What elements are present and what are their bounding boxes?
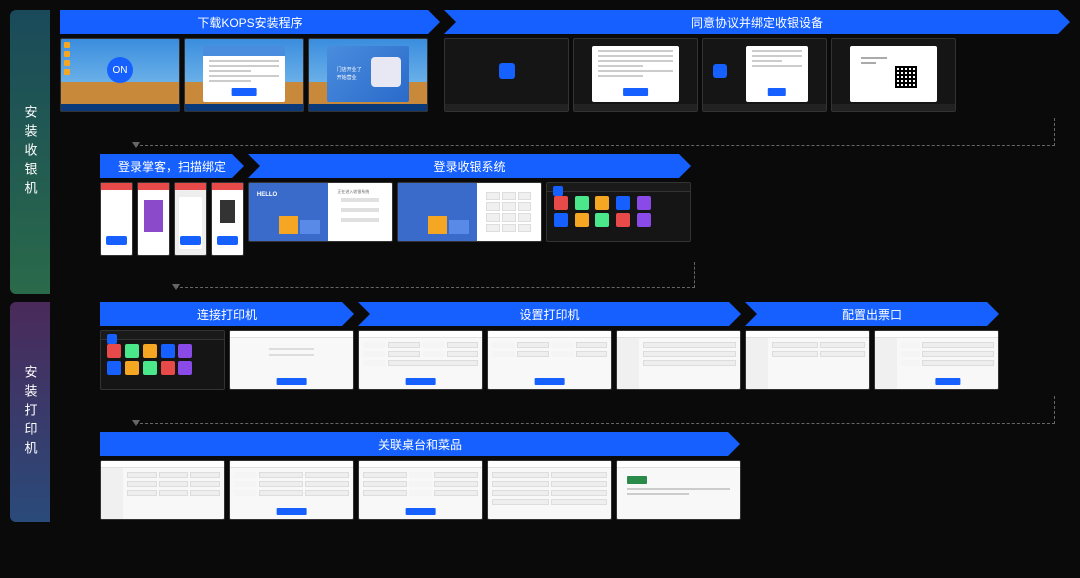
step-header: 下载KOPS安装程序 xyxy=(60,10,440,34)
thumb-table-3 xyxy=(358,460,483,520)
section-install-printer: 安装打印机 连接打印机 设置打印机 xyxy=(10,302,1070,522)
step-row: 关联桌台和菜品 xyxy=(60,432,1070,522)
step-header: 登录掌客，扫描绑定 xyxy=(100,154,244,178)
qr-scan-icon xyxy=(144,200,163,232)
loading-icon xyxy=(499,63,515,79)
pos-logo-icon xyxy=(553,186,563,196)
step-login-zhangke: 登录掌客，扫描绑定 xyxy=(100,154,244,258)
app-logo-icon: ON xyxy=(107,57,133,83)
step-header: 连接打印机 xyxy=(100,302,354,326)
pos-logo-icon xyxy=(107,334,117,344)
step-row: 下载KOPS安装程序 ON xyxy=(60,10,1070,114)
step-header: 同意协议并绑定收银设备 xyxy=(444,10,1070,34)
flow-connector xyxy=(60,396,1070,428)
step-agree-bind: 同意协议并绑定收银设备 xyxy=(444,10,1070,114)
flow-connector xyxy=(60,262,1070,294)
step-header: 设置打印机 xyxy=(358,302,741,326)
step-header: 配置出票口 xyxy=(745,302,999,326)
thumb-printer-connect xyxy=(229,330,354,390)
section-label-printer: 安装打印机 xyxy=(10,302,50,522)
step-config-ticket: 配置出票口 xyxy=(745,302,999,392)
thumb-pos-home-2 xyxy=(100,330,225,390)
thumb-ticket-2 xyxy=(874,330,999,390)
thumb-table-2 xyxy=(229,460,354,520)
step-header: 关联桌台和菜品 xyxy=(100,432,740,456)
device-icon xyxy=(220,200,236,223)
step-download-kops: 下载KOPS安装程序 ON xyxy=(60,10,440,114)
thumb-printer-set-2 xyxy=(487,330,612,390)
thumb-login-keypad xyxy=(397,182,542,242)
tag-icon xyxy=(627,476,647,484)
thumb-dark-loading xyxy=(444,38,569,112)
step-setup-printer: 设置打印机 xyxy=(358,302,741,392)
thumb-pos-home xyxy=(546,182,691,242)
thumb-ticket-1 xyxy=(745,330,870,390)
thumb-installer-promo: 门店开业了 开始营业 xyxy=(308,38,428,112)
thumb-table-1 xyxy=(100,460,225,520)
robot-icon xyxy=(371,57,401,87)
thumb-printer-set-1 xyxy=(358,330,483,390)
step-row: 登录掌客，扫描绑定 登录收银系统 HELLO 正在进入收银系统 xyxy=(60,154,1070,258)
thumb-bind-qr xyxy=(831,38,956,112)
thumb-desktop-logo: ON xyxy=(60,38,180,112)
thumb-table-4 xyxy=(487,460,612,520)
thumb-login-hello: HELLO 正在进入收银系统 xyxy=(248,182,393,242)
thumb-printer-set-3 xyxy=(616,330,741,390)
qr-code-icon xyxy=(891,62,921,92)
thumb-mobile-4 xyxy=(211,182,244,256)
step-header: 登录收银系统 xyxy=(248,154,691,178)
thumb-mobile-3 xyxy=(174,182,207,256)
thumb-mobile-qr xyxy=(137,182,170,256)
section-install-pos: 安装收银机 下载KOPS安装程序 ON xyxy=(10,10,1070,294)
section-label-pos: 安装收银机 xyxy=(10,10,50,294)
step-bind-table-dish: 关联桌台和菜品 xyxy=(100,432,741,522)
thumb-agreement xyxy=(573,38,698,112)
step-login-pos: 登录收银系统 HELLO 正在进入收银系统 xyxy=(248,154,691,258)
thumb-table-5 xyxy=(616,460,741,520)
step-row: 连接打印机 设置打印机 xyxy=(60,302,1070,392)
thumb-mobile-1 xyxy=(100,182,133,256)
thumb-installer-text xyxy=(184,38,304,112)
step-connect-printer: 连接打印机 xyxy=(100,302,354,392)
flow-connector xyxy=(60,118,1070,150)
app-icon xyxy=(713,64,727,78)
thumb-bind-device xyxy=(702,38,827,112)
